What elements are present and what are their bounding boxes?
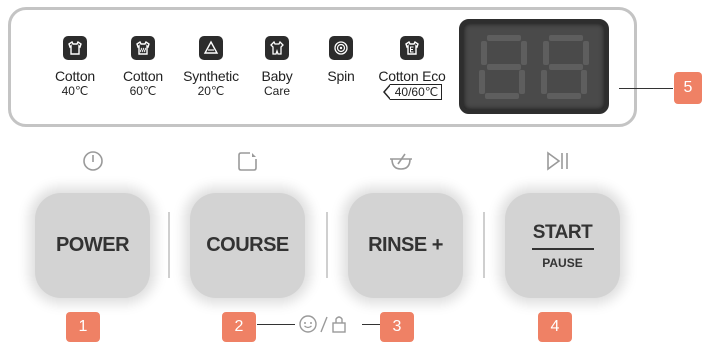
power-button[interactable]: POWER [35, 193, 150, 298]
course-label: Cotton [122, 68, 164, 84]
course-temp: 20℃ [197, 84, 225, 98]
play-pause-icon [545, 148, 571, 174]
rinse-icon [388, 148, 414, 174]
leader-line [257, 324, 295, 325]
rinse-button-label: RINSE + [368, 234, 443, 256]
segment [479, 70, 485, 94]
segment [521, 41, 527, 65]
segment [547, 93, 581, 99]
segment [543, 41, 549, 65]
course-label: Baby [261, 68, 293, 84]
shirt-icon [63, 36, 87, 60]
course-label: Synthetic [183, 68, 239, 84]
course-cotton-eco: Cotton Eco 40/60℃ [372, 36, 452, 100]
course-temp: Care [263, 84, 290, 98]
course-button-label: COURSE [206, 234, 289, 256]
spiral-icon [329, 36, 353, 60]
callout-2: 2 [222, 312, 256, 342]
segment [481, 41, 487, 65]
segment [549, 64, 583, 70]
divider [168, 212, 170, 278]
course-baby-care: Baby Care [242, 36, 312, 98]
segment [487, 64, 521, 70]
callout-5: 5 [674, 72, 702, 104]
start-pause-button[interactable]: START PAUSE [505, 193, 620, 298]
divider [483, 212, 485, 278]
segment [549, 35, 583, 41]
callout-1: 1 [66, 312, 100, 342]
segment [485, 93, 519, 99]
course-temp: 40℃ [61, 84, 89, 98]
recycle-triangle-icon [199, 36, 223, 60]
segment [583, 41, 589, 65]
baby-shirt-icon [265, 36, 289, 60]
digital-display [459, 19, 609, 114]
leader-line [619, 88, 673, 89]
shirt-steam-icon [131, 36, 155, 60]
course-temp: 40/60℃ [382, 84, 443, 100]
course-cotton-60: Cotton 60℃ [108, 36, 178, 98]
callout-4: 4 [538, 312, 572, 342]
course-button[interactable]: COURSE [190, 193, 305, 298]
course-label: Spin [327, 68, 355, 84]
pause-label: PAUSE [542, 255, 583, 270]
child-lock-icon [299, 315, 346, 333]
callout-3: 3 [380, 312, 414, 342]
course-cotton-40: Cotton 40℃ [40, 36, 110, 98]
course-synthetic-20: Synthetic 20℃ [176, 36, 246, 98]
start-label: START [532, 221, 593, 243]
course-label: Cotton Eco [378, 68, 446, 84]
course-label: Cotton [54, 68, 96, 84]
child-lock-indicator [296, 313, 362, 335]
segment [519, 70, 525, 94]
start-pause-divider [531, 247, 594, 250]
eco-shirt-icon [400, 36, 424, 60]
segment [487, 35, 521, 41]
rinse-plus-button[interactable]: RINSE + [348, 193, 463, 298]
segment [541, 70, 547, 94]
power-icon [80, 148, 106, 174]
course-temp: 60℃ [129, 84, 157, 98]
leader-line [362, 324, 380, 325]
divider [326, 212, 328, 278]
course-icon [235, 148, 261, 174]
course-spin: Spin [306, 36, 376, 84]
segment [581, 70, 587, 94]
power-button-label: POWER [55, 234, 130, 256]
